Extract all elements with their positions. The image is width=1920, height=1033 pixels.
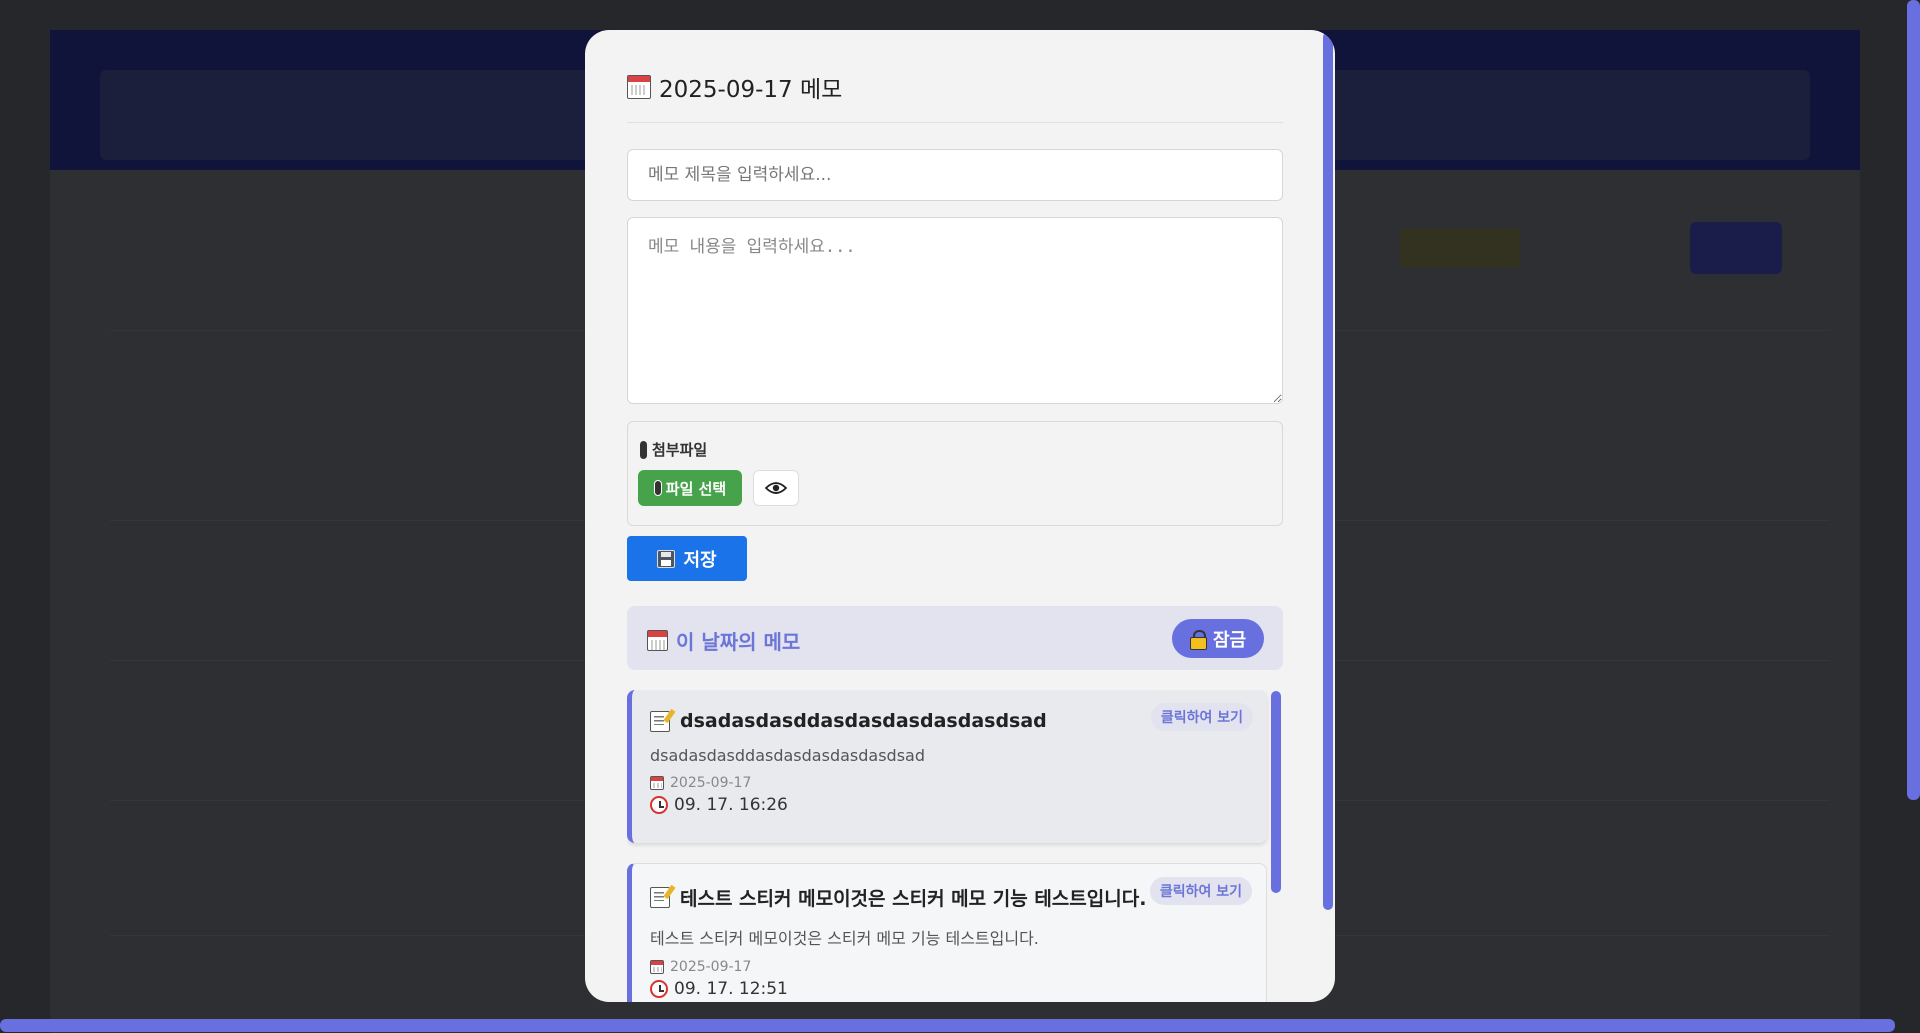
memo-date: 2025-09-17 xyxy=(650,775,1249,791)
lock-label: 잠금 xyxy=(1212,629,1247,651)
page-vertical-scrollbar[interactable] xyxy=(1907,0,1920,800)
file-select-label: 파일 선택 xyxy=(665,479,727,498)
lock-icon xyxy=(1189,629,1207,650)
preview-button[interactable] xyxy=(753,470,799,506)
memo-icon xyxy=(650,710,670,732)
memo-content: 테스트 스티커 메모이것은 스티커 메모 기능 테스트입니다. xyxy=(650,929,1039,948)
floppy-disk-icon xyxy=(657,549,676,568)
memo-time-text: 09. 17. 12:51 xyxy=(674,979,788,999)
save-button[interactable]: 저장 xyxy=(627,536,747,581)
header-divider xyxy=(627,122,1283,123)
modal-title: 2025-09-17 메모 xyxy=(659,77,843,103)
memo-modal: 2025-09-17 메모 첨부파일 파일 선택 저장 이 날짜의 메모 xyxy=(585,30,1335,1002)
background-button xyxy=(1690,222,1782,274)
memo-content: dsadasdasddasdasdasdasdasdsad xyxy=(650,746,925,765)
memo-date-text: 2025-09-17 xyxy=(670,775,752,791)
save-label: 저장 xyxy=(683,549,717,571)
memo-time: 09. 17. 12:51 xyxy=(650,979,1248,999)
memo-time-text: 09. 17. 16:26 xyxy=(674,795,788,815)
calendar-icon xyxy=(650,960,664,974)
paperclip-icon xyxy=(653,480,662,496)
calendar-icon xyxy=(647,630,668,651)
memo-list-title-text: 이 날짜의 메모 xyxy=(676,630,801,654)
memo-list: dsadasdasddasdasdasdasdasdsad 클릭하여 보기 ds… xyxy=(627,690,1283,1002)
modal-header: 2025-09-17 메모 xyxy=(627,70,842,104)
attachment-section: 첨부파일 파일 선택 xyxy=(627,421,1283,526)
attachment-label-text: 첨부파일 xyxy=(652,441,708,459)
view-badge[interactable]: 클릭하여 보기 xyxy=(1150,703,1253,731)
memo-icon xyxy=(650,887,670,908)
memo-date: 2025-09-17 xyxy=(650,959,1248,975)
file-select-button[interactable]: 파일 선택 xyxy=(638,470,742,506)
memo-list-title: 이 날짜의 메모 xyxy=(647,626,800,655)
paperclip-icon xyxy=(640,440,647,459)
page-horizontal-scrollbar[interactable] xyxy=(0,1019,1895,1032)
memo-title: dsadasdasddasdasdasdasdasdsad xyxy=(680,710,1047,732)
lock-button[interactable]: 잠금 xyxy=(1172,619,1264,658)
memo-title: 테스트 스티커 메모이것은 스티커 메모 기능 테스트입니다. xyxy=(680,888,1147,910)
calendar-icon xyxy=(650,776,664,790)
alarm-clock-icon xyxy=(650,980,668,998)
eye-icon xyxy=(765,482,787,494)
alarm-clock-icon xyxy=(650,796,668,814)
memo-list-header: 이 날짜의 메모 잠금 xyxy=(627,606,1283,670)
memo-card[interactable]: dsadasdasddasdasdasdasdasdsad 클릭하여 보기 ds… xyxy=(627,690,1267,843)
memo-card[interactable]: 테스트 스티커 메모이것은 스티커 메모 기능 테스트입니다. 클릭하여 보기 … xyxy=(627,863,1267,1002)
memo-content-textarea[interactable] xyxy=(627,217,1283,404)
calendar-icon xyxy=(627,75,651,99)
background-button xyxy=(1400,228,1520,268)
memo-time: 09. 17. 16:26 xyxy=(650,795,1249,815)
modal-scrollbar[interactable] xyxy=(1323,32,1333,910)
memo-list-scrollbar[interactable] xyxy=(1271,691,1281,893)
memo-date-text: 2025-09-17 xyxy=(670,959,752,975)
memo-title-input[interactable] xyxy=(627,149,1283,201)
attachment-label: 첨부파일 xyxy=(640,439,707,460)
view-badge[interactable]: 클릭하여 보기 xyxy=(1149,877,1252,905)
